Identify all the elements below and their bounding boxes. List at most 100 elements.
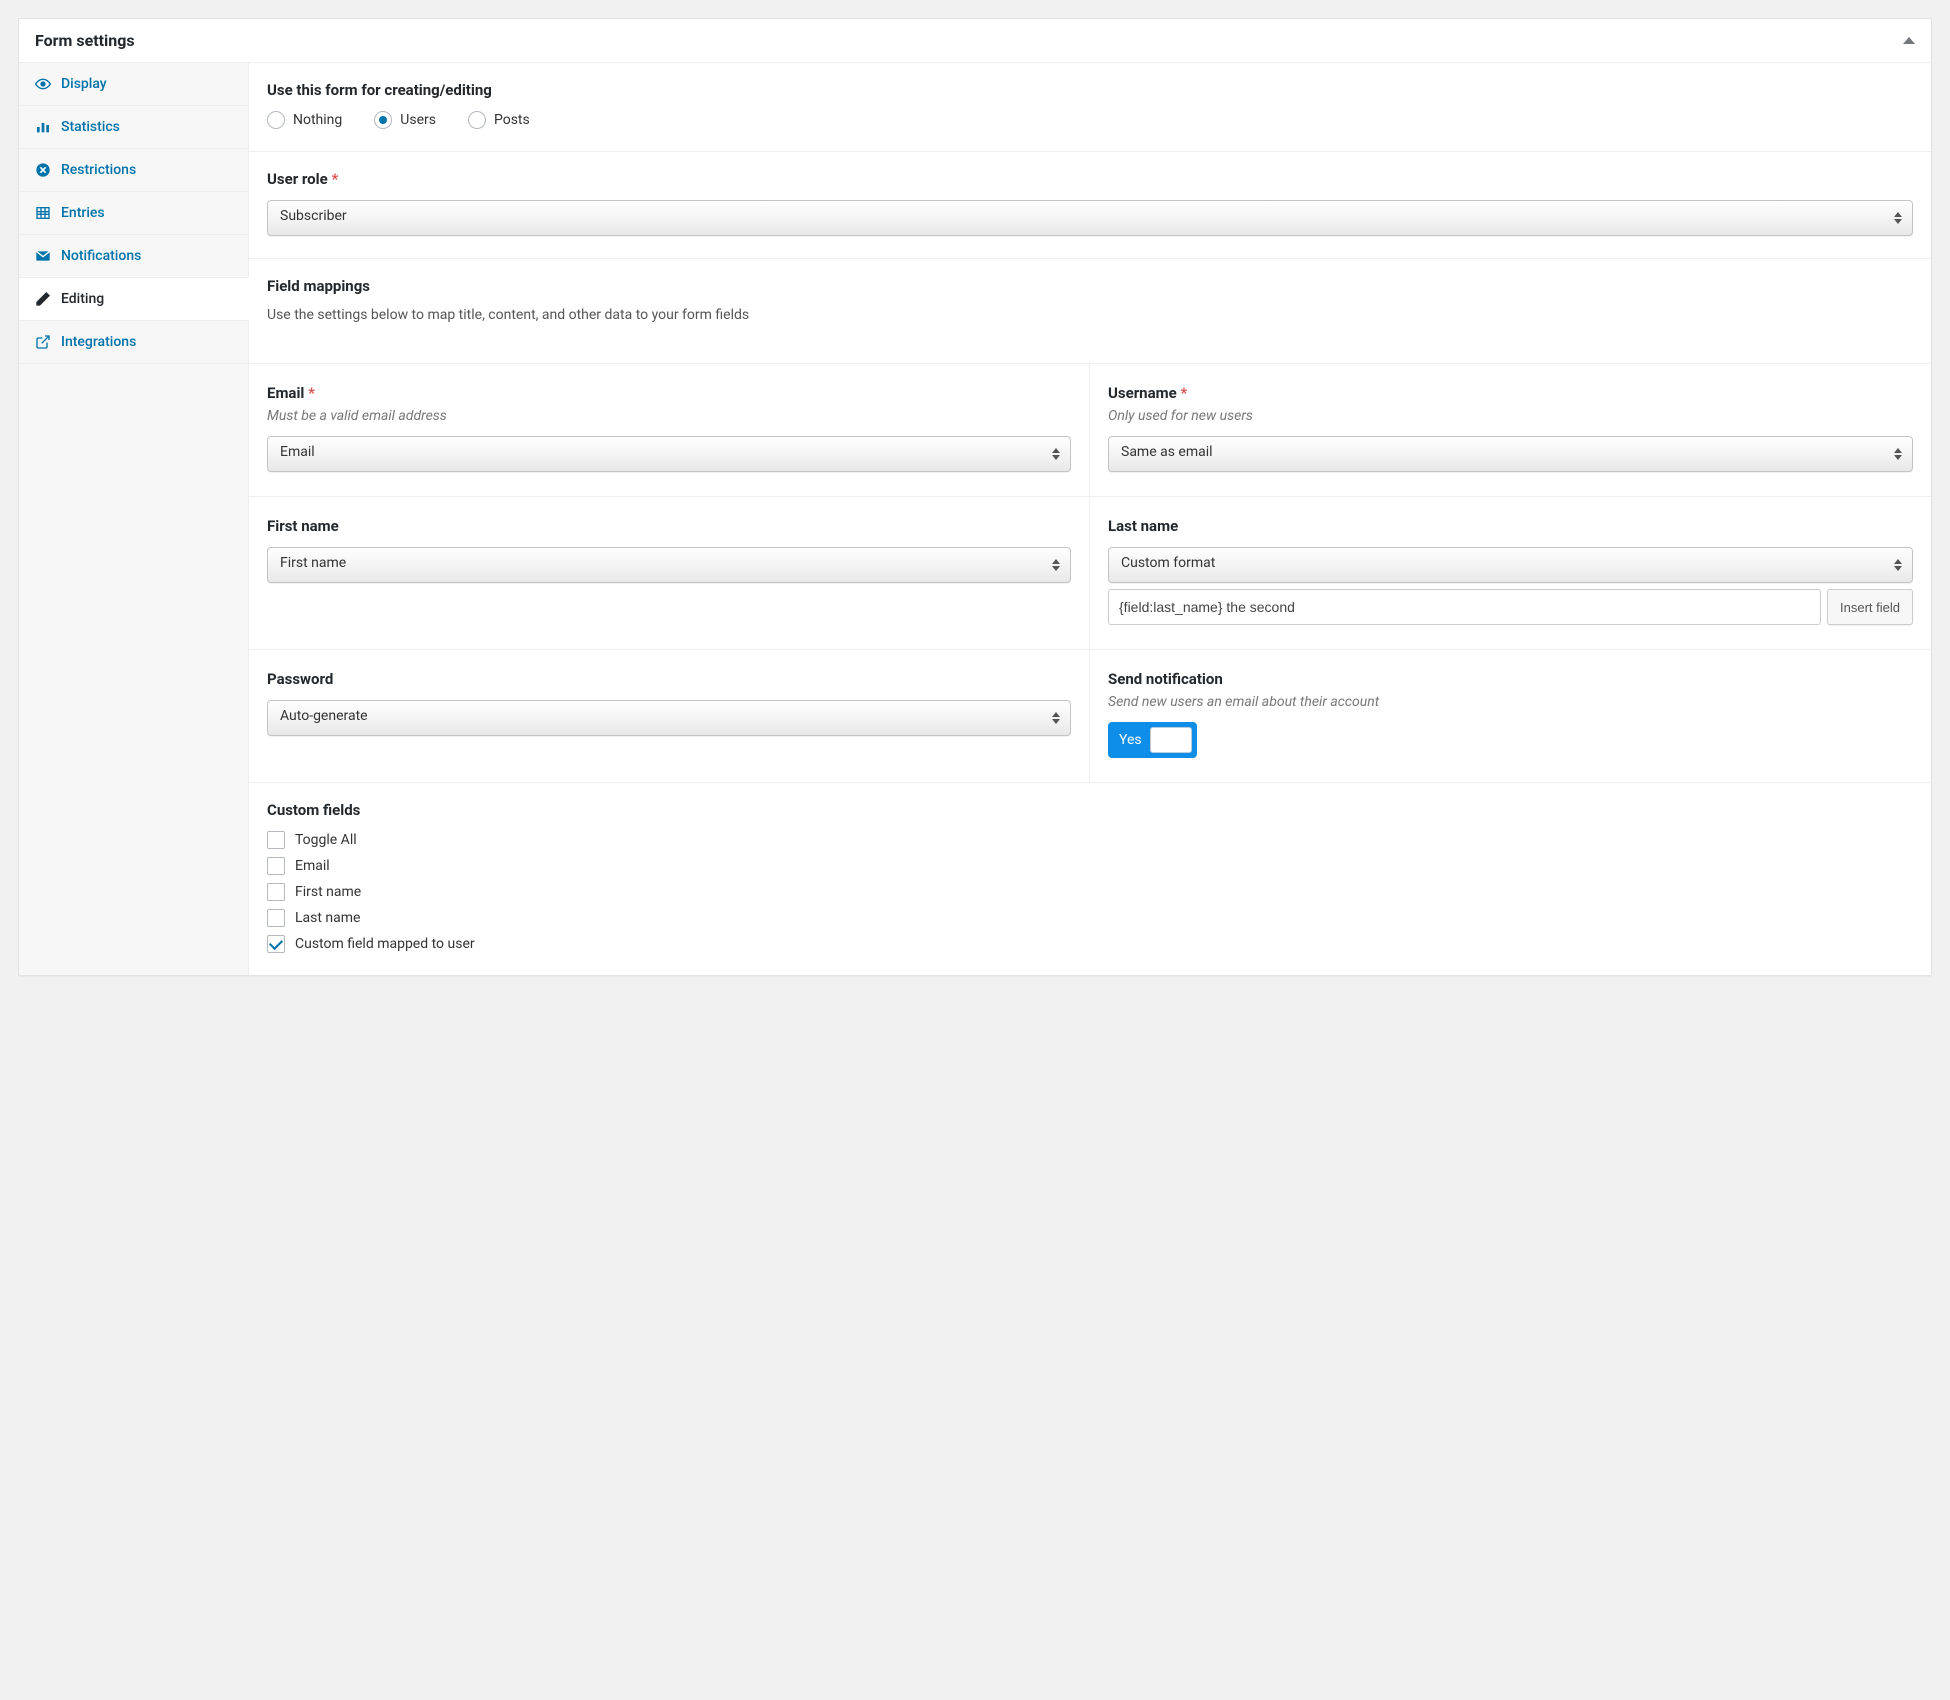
email-cell: Email * Must be a valid email address Em…	[249, 364, 1090, 497]
sidebar-label: Display	[61, 76, 107, 92]
toggle-knob	[1150, 727, 1192, 753]
panel-title: Form settings	[35, 31, 135, 50]
password-cell: Password Auto-generate	[249, 650, 1090, 783]
radio-users[interactable]: Users	[374, 111, 436, 129]
checkbox-label: Toggle All	[295, 832, 357, 848]
last-name-custom-input[interactable]	[1108, 589, 1821, 625]
send-notification-toggle[interactable]: Yes	[1108, 722, 1197, 758]
sidebar-label: Entries	[61, 205, 105, 221]
email-label: Email *	[267, 384, 1071, 402]
password-label: Password	[267, 670, 1071, 688]
checkbox-icon	[267, 831, 285, 849]
select-arrows-icon	[1052, 712, 1060, 724]
collapse-icon[interactable]	[1903, 37, 1915, 44]
external-link-icon	[35, 334, 51, 350]
checkbox-icon	[267, 883, 285, 901]
pencil-icon	[35, 291, 51, 307]
last-name-select[interactable]: Custom format	[1108, 547, 1913, 583]
eye-icon	[35, 76, 51, 92]
checkbox-last-name[interactable]: Last name	[267, 909, 1913, 927]
select-value: Custom format	[1121, 555, 1215, 571]
field-mappings-heading: Field mappings	[267, 277, 1913, 295]
required-indicator: *	[308, 384, 315, 402]
form-settings-panel: Form settings Display Statistics Restric…	[18, 18, 1932, 976]
username-select[interactable]: Same as email	[1108, 436, 1913, 472]
radio-label: Nothing	[293, 112, 342, 128]
sidebar-item-display[interactable]: Display	[19, 63, 248, 106]
mail-icon	[35, 248, 51, 264]
bar-chart-icon	[35, 119, 51, 135]
last-name-label: Last name	[1108, 517, 1913, 535]
table-icon	[35, 205, 51, 221]
checkbox-label: Last name	[295, 910, 360, 926]
field-mappings-desc: Use the settings below to map title, con…	[267, 307, 1913, 323]
sidebar-item-entries[interactable]: Entries	[19, 192, 248, 235]
checkbox-custom-field-user[interactable]: Custom field mapped to user	[267, 935, 1913, 953]
sidebar-item-editing[interactable]: Editing	[19, 278, 249, 321]
sidebar-item-statistics[interactable]: Statistics	[19, 106, 248, 149]
radio-posts[interactable]: Posts	[468, 111, 530, 129]
select-value: Same as email	[1121, 444, 1213, 460]
use-form-section: Use this form for creating/editing Nothi…	[249, 63, 1931, 152]
sidebar-label: Integrations	[61, 334, 136, 350]
custom-fields-section: Custom fields Toggle All Email First nam…	[249, 783, 1931, 975]
sidebar-item-restrictions[interactable]: Restrictions	[19, 149, 248, 192]
username-label: Username *	[1108, 384, 1913, 402]
sidebar-item-notifications[interactable]: Notifications	[19, 235, 248, 278]
sidebar-label: Statistics	[61, 119, 120, 135]
select-arrows-icon	[1894, 559, 1902, 571]
radio-icon	[267, 111, 285, 129]
radio-label: Users	[400, 112, 436, 128]
label-text: Email	[267, 384, 304, 402]
checkbox-icon	[267, 909, 285, 927]
sidebar-item-integrations[interactable]: Integrations	[19, 321, 248, 364]
checkbox-icon	[267, 857, 285, 875]
sidebar-label: Restrictions	[61, 162, 136, 178]
username-hint: Only used for new users	[1108, 408, 1913, 424]
email-select[interactable]: Email	[267, 436, 1071, 472]
mapping-grid: Email * Must be a valid email address Em…	[249, 364, 1931, 783]
custom-fields-list: Toggle All Email First name Last name	[267, 831, 1913, 953]
first-name-cell: First name First name	[249, 497, 1090, 650]
checkbox-first-name[interactable]: First name	[267, 883, 1913, 901]
label-text: User role	[267, 170, 328, 188]
checkbox-label: Custom field mapped to user	[295, 936, 475, 952]
toggle-label: Yes	[1113, 732, 1150, 748]
select-value: Auto-generate	[280, 708, 368, 724]
checkbox-email[interactable]: Email	[267, 857, 1913, 875]
send-notification-cell: Send notification Send new users an emai…	[1090, 650, 1931, 783]
user-role-section: User role * Subscriber	[249, 152, 1931, 259]
select-arrows-icon	[1894, 448, 1902, 460]
send-notification-hint: Send new users an email about their acco…	[1108, 694, 1913, 710]
custom-fields-label: Custom fields	[267, 801, 1913, 819]
select-arrows-icon	[1052, 448, 1060, 460]
select-value: Subscriber	[280, 208, 347, 224]
checkbox-icon	[267, 935, 285, 953]
use-form-options: Nothing Users Posts	[267, 111, 1913, 129]
select-value: First name	[280, 555, 346, 571]
required-indicator: *	[1180, 384, 1187, 402]
send-notification-label: Send notification	[1108, 670, 1913, 688]
first-name-label: First name	[267, 517, 1071, 535]
radio-nothing[interactable]: Nothing	[267, 111, 342, 129]
email-hint: Must be a valid email address	[267, 408, 1071, 424]
panel-header[interactable]: Form settings	[19, 19, 1931, 63]
select-arrows-icon	[1052, 559, 1060, 571]
user-role-select[interactable]: Subscriber	[267, 200, 1913, 236]
checkbox-toggle-all[interactable]: Toggle All	[267, 831, 1913, 849]
password-select[interactable]: Auto-generate	[267, 700, 1071, 736]
first-name-select[interactable]: First name	[267, 547, 1071, 583]
username-cell: Username * Only used for new users Same …	[1090, 364, 1931, 497]
field-mappings-header: Field mappings Use the settings below to…	[249, 259, 1931, 364]
insert-field-button[interactable]: Insert field	[1827, 589, 1913, 625]
x-circle-icon	[35, 162, 51, 178]
sidebar-label: Editing	[61, 291, 104, 307]
select-value: Email	[280, 444, 315, 460]
required-indicator: *	[331, 170, 338, 188]
last-name-cell: Last name Custom format Insert field	[1090, 497, 1931, 650]
select-arrows-icon	[1894, 212, 1902, 224]
label-text: Username	[1108, 384, 1177, 402]
sidebar-label: Notifications	[61, 248, 141, 264]
sidebar: Display Statistics Restrictions Entries …	[19, 63, 249, 975]
use-form-label: Use this form for creating/editing	[267, 81, 1913, 99]
